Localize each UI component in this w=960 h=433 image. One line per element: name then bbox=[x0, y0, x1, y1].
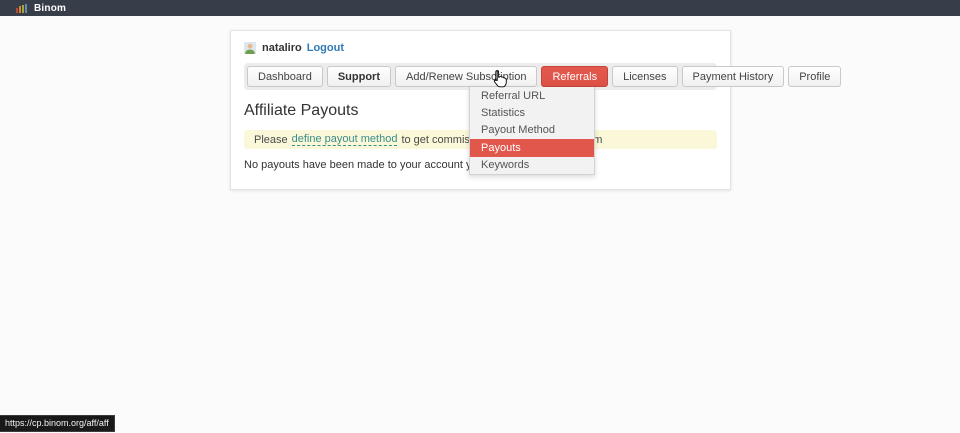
menu-item-payout-method[interactable]: Payout Method bbox=[470, 122, 594, 139]
define-payout-method-link[interactable]: define payout method bbox=[292, 133, 398, 146]
alert-text-prefix: Please bbox=[254, 134, 288, 146]
nav-dashboard-button[interactable]: Dashboard bbox=[247, 66, 323, 87]
referrals-dropdown-menu: Referral URL Statistics Payout Method Pa… bbox=[469, 87, 595, 175]
logout-link[interactable]: Logout bbox=[307, 42, 344, 54]
menu-item-payouts[interactable]: Payouts bbox=[470, 139, 594, 156]
nav-licenses-button[interactable]: Licenses bbox=[612, 66, 677, 87]
brand-title: Binom bbox=[34, 3, 66, 14]
binom-logo-icon bbox=[16, 4, 27, 13]
user-avatar-icon bbox=[244, 42, 256, 54]
nav-strip: Dashboard Support Add/Renew Subscription… bbox=[244, 63, 717, 90]
nav-profile-button[interactable]: Profile bbox=[788, 66, 841, 87]
topbar: Binom bbox=[0, 0, 960, 16]
nav-payment-history-button[interactable]: Payment History bbox=[682, 66, 785, 87]
link-preview-statusbar: https://cp.binom.org/aff/aff bbox=[0, 415, 115, 432]
user-row: nataliro Logout bbox=[244, 41, 717, 54]
nav-subscription-button[interactable]: Add/Renew Subscription bbox=[395, 66, 537, 87]
menu-item-referral-url[interactable]: Referral URL bbox=[470, 87, 594, 104]
menu-item-statistics[interactable]: Statistics bbox=[470, 104, 594, 121]
nav-support-button[interactable]: Support bbox=[327, 66, 391, 87]
username: nataliro bbox=[262, 42, 302, 54]
nav-referrals-button[interactable]: Referrals bbox=[541, 66, 608, 87]
menu-item-keywords[interactable]: Keywords bbox=[470, 157, 594, 174]
